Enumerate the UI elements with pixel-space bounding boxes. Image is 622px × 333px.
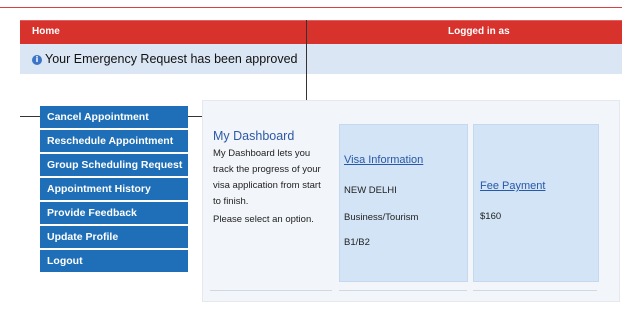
visa-type: B1/B2 [344,237,370,248]
fee-amount: $160 [480,211,502,222]
visa-city: NEW DELHI [344,185,397,196]
menu-item-update-profile[interactable]: Update Profile [40,226,188,248]
notice-message: Your Emergency Request has been approved [45,52,298,66]
panel-divider [473,290,597,291]
dashboard-title: My Dashboard [213,129,295,143]
menu-item-logout[interactable]: Logout [40,250,188,272]
sidebar-menu: Cancel Appointment Reschedule Appointmen… [40,106,188,274]
menu-item-group-scheduling-request[interactable]: Group Scheduling Request [40,154,188,176]
home-link[interactable]: Home [32,26,60,37]
dashboard-description: My Dashboard lets you track the progress… [213,148,321,207]
menu-item-provide-feedback[interactable]: Provide Feedback [40,202,188,224]
notice-row: i Your Emergency Request has been approve… [32,52,297,66]
fee-payment-card: Fee Payment $160 [473,124,599,282]
dashboard-intro: My Dashboard My Dashboard lets you track… [213,129,331,225]
dashboard-prompt: Please select an option. [213,214,314,225]
top-divider [0,7,622,8]
visa-information-card: Visa Information NEW DELHI Business/Tour… [339,124,468,282]
menu-item-appointment-history[interactable]: Appointment History [40,178,188,200]
info-icon: i [32,55,42,65]
logged-in-label: Logged in as [448,26,510,37]
fee-payment-link[interactable]: Fee Payment [480,180,545,192]
panel-divider [339,290,467,291]
menu-item-reschedule-appointment[interactable]: Reschedule Appointment [40,130,188,152]
approval-notice: i Your Emergency Request has been approve… [20,44,622,74]
panel-divider [210,290,332,291]
visa-information-link[interactable]: Visa Information [344,154,423,166]
menu-item-cancel-appointment[interactable]: Cancel Appointment [40,106,188,128]
top-nav-bar: Home Logged in as [20,20,622,45]
visa-category: Business/Tourism [344,212,419,223]
